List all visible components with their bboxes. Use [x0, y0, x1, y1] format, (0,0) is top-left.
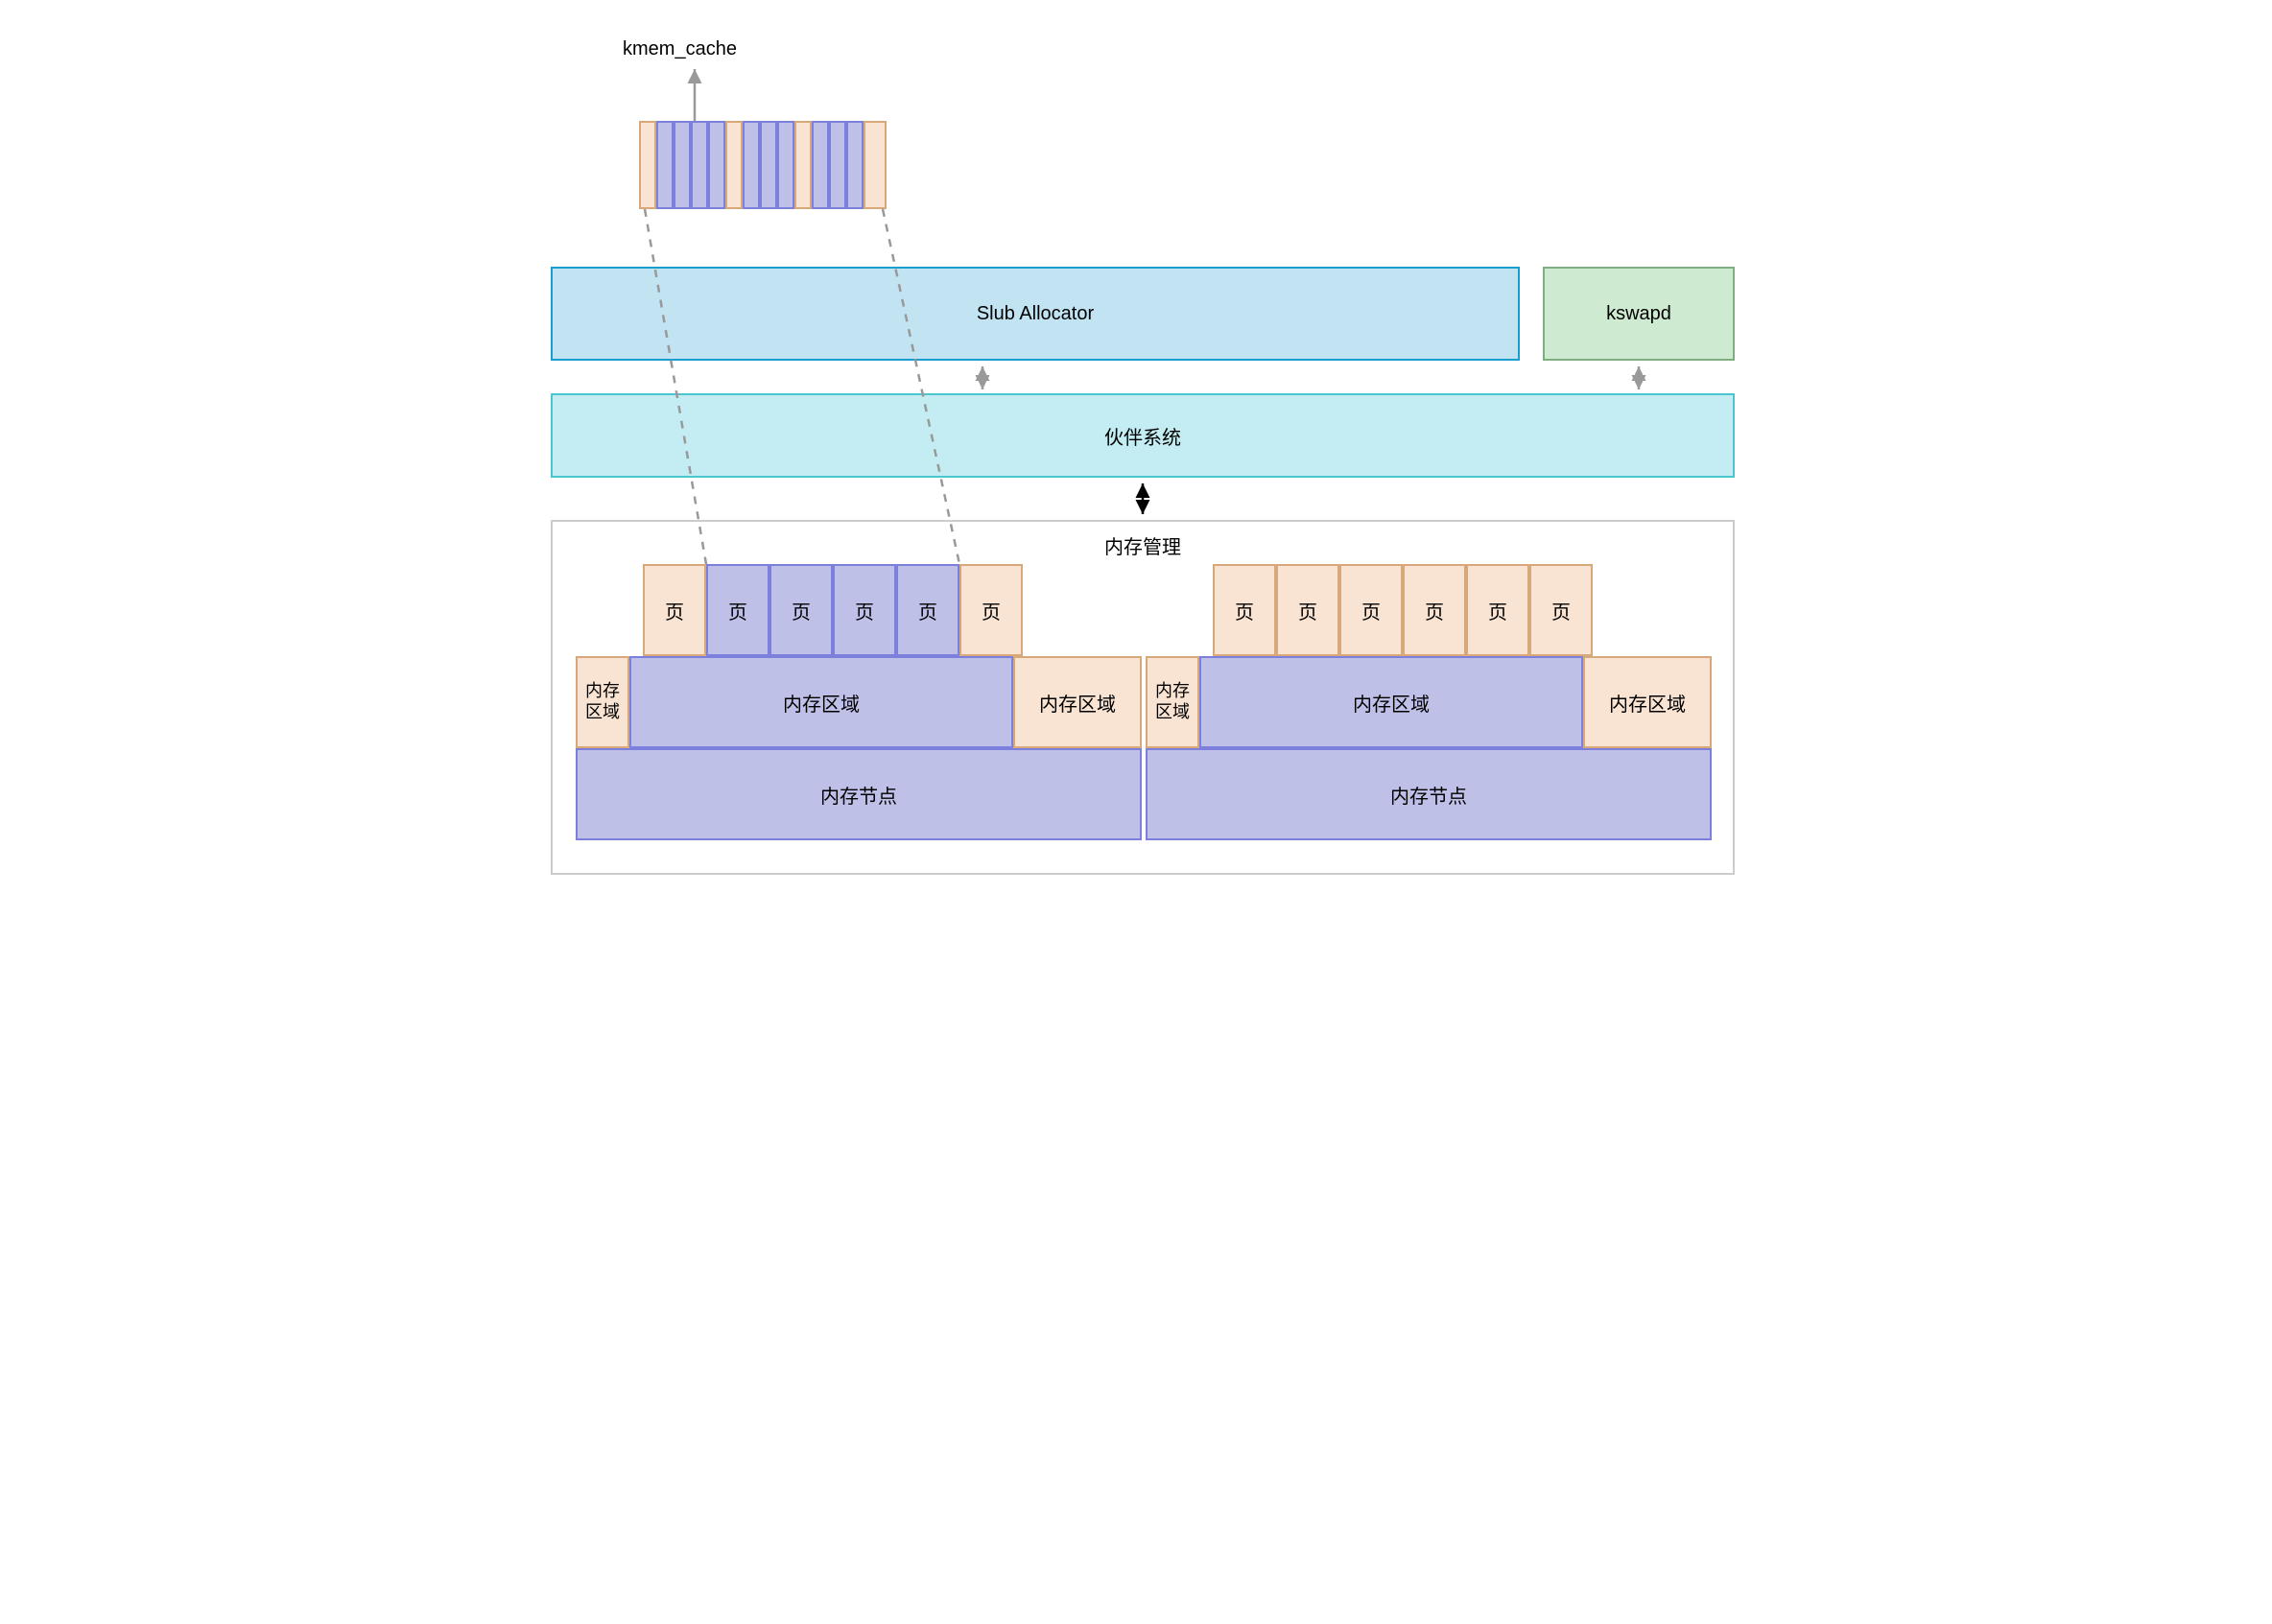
zone-box: 内存区域 — [1199, 656, 1583, 748]
slab-row — [639, 121, 887, 209]
page-label: 页 — [1361, 597, 1381, 624]
page-label: 页 — [1488, 597, 1507, 624]
zone-label: 内存区域 — [1353, 689, 1430, 717]
slab-cell — [708, 121, 725, 209]
slub-allocator-box: Slub Allocator — [551, 267, 1520, 361]
zone-label: 内存区域 — [1609, 689, 1686, 717]
page-label: 页 — [855, 597, 874, 624]
memory-diagram: kmem_cache Slub Allocator kswapd 伙伴系统 内存… — [522, 19, 1750, 902]
zone-box: 内存区域 — [629, 656, 1013, 748]
kswapd-box: kswapd — [1543, 267, 1735, 361]
page-label: 页 — [1235, 597, 1254, 624]
buddy-system-box: 伙伴系统 — [551, 393, 1735, 478]
page-label: 页 — [1551, 597, 1571, 624]
zone-box-small: 内存 区域 — [1146, 656, 1199, 748]
page-label: 页 — [1298, 597, 1317, 624]
page-box: 页 — [1529, 564, 1593, 656]
kmem-cache-label: kmem_cache — [623, 38, 737, 60]
page-box: 页 — [833, 564, 896, 656]
slab-cell — [656, 121, 674, 209]
buddy-label: 伙伴系统 — [1104, 422, 1181, 450]
zone-box: 内存区域 — [1013, 656, 1142, 748]
page-label: 页 — [918, 597, 937, 624]
page-box: 页 — [706, 564, 769, 656]
page-box: 页 — [1276, 564, 1339, 656]
node-box: 内存节点 — [1146, 748, 1712, 840]
node-box: 内存节点 — [576, 748, 1142, 840]
page-box: 页 — [896, 564, 959, 656]
page-box: 页 — [769, 564, 833, 656]
slab-cell — [674, 121, 691, 209]
slab-cell — [794, 121, 812, 209]
zone-label: 内存区域 — [1039, 689, 1116, 717]
page-label: 页 — [1425, 597, 1444, 624]
slab-cell — [864, 121, 887, 209]
page-box: 页 — [1213, 564, 1276, 656]
slab-cell — [691, 121, 708, 209]
page-box: 页 — [1466, 564, 1529, 656]
slab-cell — [829, 121, 846, 209]
zone-label: 内存 区域 — [1155, 681, 1190, 722]
page-box: 页 — [1339, 564, 1403, 656]
slab-cell — [639, 121, 656, 209]
page-label: 页 — [728, 597, 747, 624]
zone-box: 内存区域 — [1583, 656, 1712, 748]
kswapd-label: kswapd — [1606, 303, 1671, 325]
zone-box-small: 内存 区域 — [576, 656, 629, 748]
slub-label: Slub Allocator — [977, 303, 1094, 325]
slab-cell — [812, 121, 829, 209]
slab-cell — [725, 121, 743, 209]
node-label: 内存节点 — [1390, 781, 1467, 809]
page-box: 页 — [959, 564, 1023, 656]
page-label: 页 — [665, 597, 684, 624]
node-label: 内存节点 — [820, 781, 897, 809]
mem-mgmt-label: 内存管理 — [1104, 531, 1181, 559]
page-label: 页 — [982, 597, 1001, 624]
zone-label: 内存 区域 — [585, 681, 620, 722]
zone-label: 内存区域 — [783, 689, 860, 717]
page-label: 页 — [792, 597, 811, 624]
slab-cell — [777, 121, 794, 209]
slab-cell — [743, 121, 760, 209]
slab-cell — [846, 121, 864, 209]
slab-cell — [760, 121, 777, 209]
page-box: 页 — [643, 564, 706, 656]
page-box: 页 — [1403, 564, 1466, 656]
